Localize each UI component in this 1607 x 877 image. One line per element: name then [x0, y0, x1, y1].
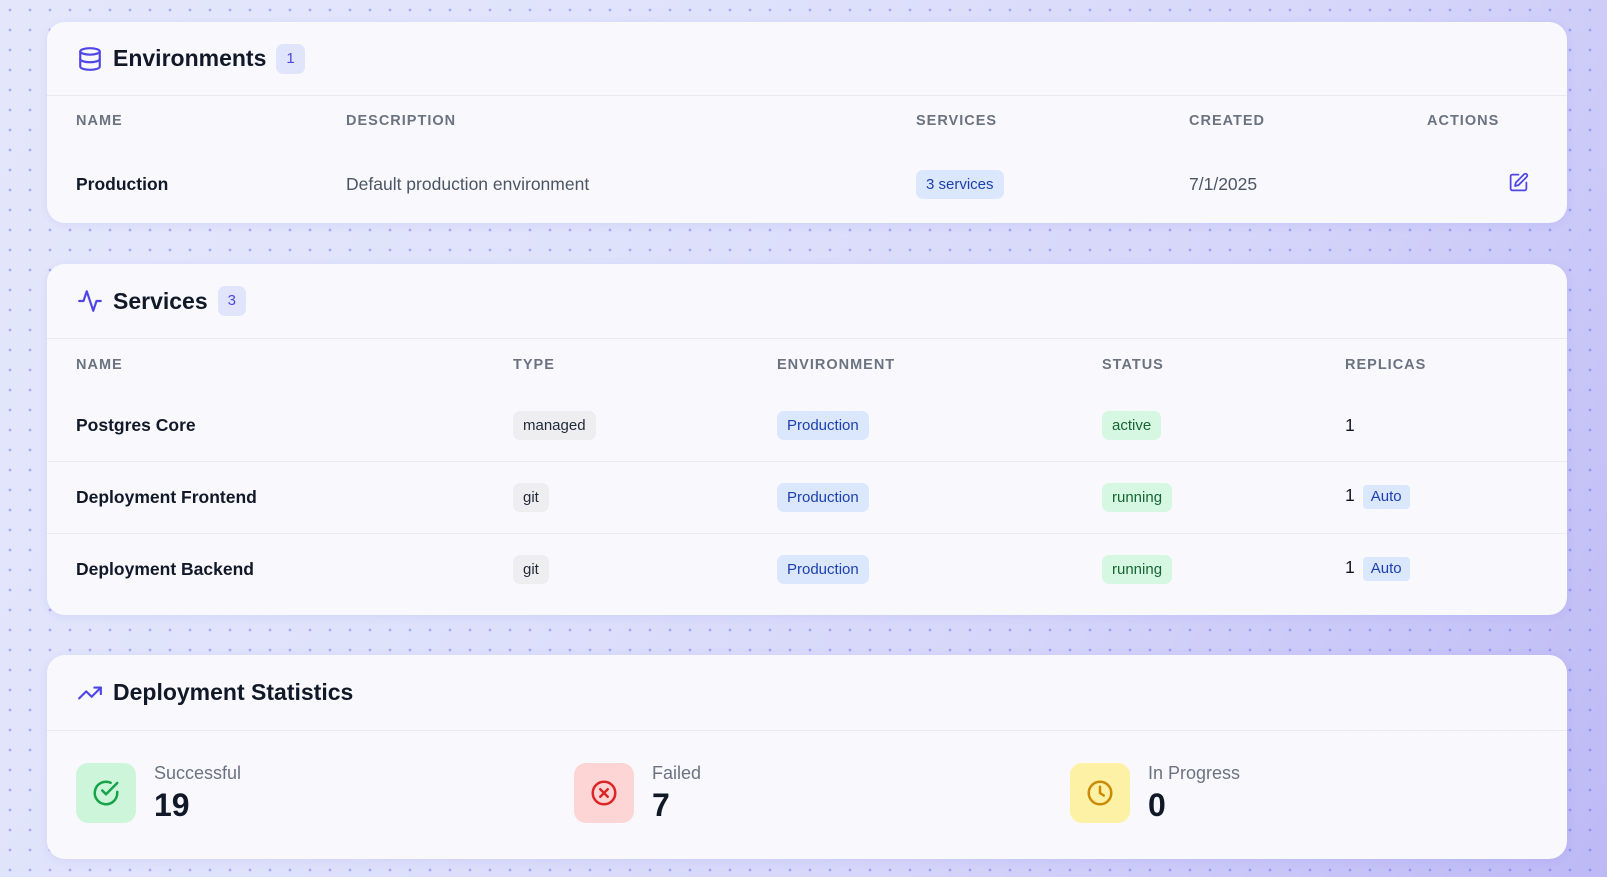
deployment-statistics-card: Deployment Statistics Successful 19 Fail… [47, 655, 1567, 859]
services-title: Services [113, 287, 208, 314]
service-name[interactable]: Deployment Frontend [47, 461, 513, 533]
stat-in-progress: In Progress 0 [1070, 763, 1240, 823]
service-environment-cell: Production [777, 461, 1102, 533]
col-replicas: REPLICAS [1345, 357, 1427, 373]
trending-up-icon [78, 686, 102, 699]
environments-header: Environments 1 [47, 22, 1567, 96]
service-replicas-cell: 1 Auto [1345, 533, 1567, 605]
table-row[interactable]: Postgres Core managed Production active … [47, 391, 1567, 461]
col-services: SERVICES [916, 113, 998, 129]
services-header: Services 3 [47, 264, 1567, 339]
stat-value: 0 [1148, 787, 1166, 823]
autoscale-badge: Auto [1362, 557, 1410, 582]
status-badge: active [1102, 411, 1162, 441]
stat-value: 7 [652, 787, 670, 823]
stat-successful-icon-box [76, 763, 136, 823]
type-badge: managed [513, 411, 596, 441]
services-count-badge: 3 [217, 286, 246, 316]
environment-actions-cell [1427, 146, 1567, 223]
replicas-value: 1 [1345, 415, 1355, 436]
stat-failed: Failed 7 [574, 763, 701, 823]
type-badge: git [513, 482, 549, 512]
service-environment-cell: Production [777, 391, 1102, 461]
replicas-value: 1 [1345, 485, 1355, 505]
service-type-cell: git [513, 461, 777, 533]
edit-button[interactable] [1508, 172, 1529, 198]
service-type-cell: git [513, 533, 777, 605]
stat-successful: Successful 19 [76, 763, 241, 823]
service-type-cell: managed [513, 391, 777, 461]
services-count-badge: 3 services [916, 170, 1004, 199]
stat-label: In Progress [1148, 763, 1241, 783]
environment-description: Default production environment [346, 174, 590, 194]
col-name: NAME [76, 357, 123, 373]
col-actions: ACTIONS [1427, 113, 1500, 129]
status-badge: running [1102, 554, 1173, 584]
col-status: STATUS [1102, 357, 1164, 373]
statistics-header: Deployment Statistics [47, 655, 1567, 731]
stat-failed-icon-box [574, 763, 634, 823]
environment-badge: Production [777, 482, 869, 512]
x-circle-icon [591, 780, 617, 806]
services-table: NAME TYPE ENVIRONMENT STATUS REPLICAS Po… [47, 339, 1567, 605]
col-environment: ENVIRONMENT [777, 357, 896, 373]
database-icon [79, 46, 101, 71]
stat-value: 19 [154, 787, 190, 823]
service-name[interactable]: Postgres Core [47, 391, 513, 461]
table-row[interactable]: Production Default production environmen… [47, 146, 1567, 223]
environments-count-badge: 1 [276, 43, 305, 74]
status-badge: running [1102, 482, 1173, 512]
activity-icon [78, 290, 102, 312]
service-environment-cell: Production [777, 533, 1102, 605]
environment-badge: Production [777, 554, 869, 584]
service-status-cell: active [1102, 391, 1345, 461]
check-circle-icon [93, 780, 119, 806]
services-header-row: NAME TYPE ENVIRONMENT STATUS REPLICAS [47, 339, 1567, 391]
environments-table: NAME DESCRIPTION SERVICES CREATED ACTION… [47, 96, 1567, 223]
table-row[interactable]: Deployment Backend git Production runnin… [47, 533, 1567, 605]
stat-label: Successful [154, 763, 242, 783]
service-status-cell: running [1102, 461, 1345, 533]
service-replicas-cell: 1 Auto [1345, 461, 1567, 533]
stat-in-progress-icon-box [1070, 763, 1130, 823]
service-replicas-cell: 1 [1345, 391, 1567, 461]
environment-created: 7/1/2025 [1189, 174, 1258, 194]
type-badge: git [513, 554, 549, 584]
table-row[interactable]: Deployment Frontend git Production runni… [47, 461, 1567, 533]
clock-icon [1087, 780, 1113, 806]
service-status-cell: running [1102, 533, 1345, 605]
stat-successful-text: Successful 19 [154, 763, 241, 823]
stat-in-progress-text: In Progress 0 [1148, 763, 1240, 823]
environment-services-cell: 3 services [916, 146, 1189, 223]
environments-card: Environments 1 NAME DESCRIPTION SERVICES… [47, 22, 1567, 223]
col-created: CREATED [1189, 113, 1266, 129]
environment-name[interactable]: Production [47, 146, 346, 223]
statistics-title: Deployment Statistics [113, 679, 354, 705]
environment-badge: Production [777, 411, 869, 441]
environments-title: Environments [113, 45, 267, 71]
replicas-value: 1 [1345, 557, 1355, 578]
stat-label: Failed [652, 763, 702, 783]
edit-icon [1509, 172, 1529, 191]
services-card: Services 3 NAME TYPE ENVIRONMENT STATUS … [47, 264, 1567, 615]
stat-failed-text: Failed 7 [652, 763, 701, 823]
col-name: NAME [76, 113, 123, 129]
autoscale-badge: Auto [1362, 485, 1410, 509]
col-description: DESCRIPTION [346, 113, 457, 129]
col-type: TYPE [513, 357, 555, 373]
service-name[interactable]: Deployment Backend [47, 533, 513, 605]
environments-header-row: NAME DESCRIPTION SERVICES CREATED ACTION… [47, 96, 1567, 146]
